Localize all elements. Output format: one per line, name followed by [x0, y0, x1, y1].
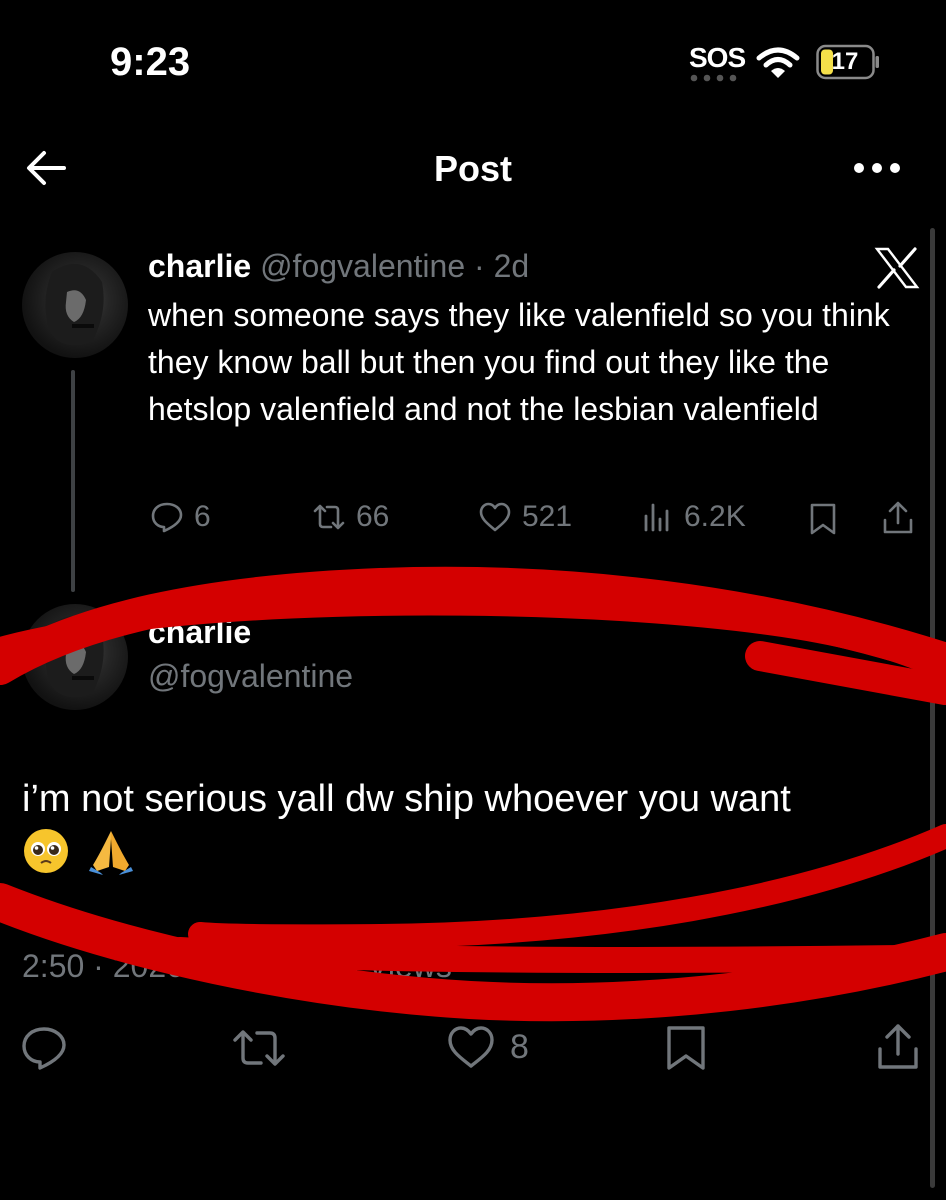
author-handle[interactable]: @fogvalentine: [148, 658, 353, 695]
post-header: charlie @fogvalentine · 2d: [148, 248, 529, 285]
like-icon: [479, 502, 511, 532]
folded-hands-emoji: [88, 831, 133, 875]
reply-count: 6: [194, 500, 211, 533]
repost-icon: [313, 504, 345, 530]
share-icon[interactable]: [874, 1022, 922, 1072]
like-count: 521: [522, 500, 573, 533]
repost-icon[interactable]: [232, 1024, 286, 1072]
view-count: 6.2K: [684, 500, 746, 533]
post-timestamp: 2:50 · 2026-06-12 · 645 Views: [22, 948, 452, 984]
views-button[interactable]: 6.2K: [640, 500, 746, 534]
author-handle[interactable]: @fogvalentine: [260, 248, 465, 284]
battery-icon: 17: [816, 44, 880, 80]
more-icon[interactable]: [852, 158, 902, 178]
like-icon: [448, 1026, 494, 1068]
avatar[interactable]: [22, 604, 128, 710]
battery-level: 17: [831, 48, 859, 75]
views-icon: [644, 503, 669, 532]
reply-icon[interactable]: [20, 1024, 68, 1072]
signal-dots-icon: [690, 74, 737, 82]
sos-indicator: SOS: [689, 42, 746, 73]
wifi-icon: [756, 47, 800, 78]
bookmark-icon[interactable]: [806, 502, 840, 536]
reply-icon: [151, 502, 183, 533]
repost-count: 66: [356, 500, 390, 533]
thread-connector: [71, 370, 75, 592]
scrollbar[interactable]: [930, 228, 935, 1188]
x-logo-icon: [874, 247, 920, 289]
reply-button[interactable]: 6: [150, 500, 211, 534]
status-time: 9:23: [110, 40, 191, 84]
post-text: i’m not serious yall dw ship whoever you…: [22, 778, 791, 820]
author-name[interactable]: charlie: [148, 248, 251, 284]
page-title: Post: [433, 148, 512, 189]
avatar[interactable]: [22, 252, 128, 358]
like-count: 8: [510, 1027, 529, 1066]
pleading-face-emoji: [24, 829, 68, 873]
bookmark-icon[interactable]: [664, 1024, 708, 1072]
post-age: · 2d: [474, 248, 530, 284]
author-name[interactable]: charlie: [148, 614, 251, 651]
share-icon[interactable]: [880, 500, 916, 536]
post-text-container: i’m not serious yall dw ship whoever you…: [22, 772, 922, 880]
like-button[interactable]: 8: [446, 1022, 529, 1072]
post-text: when someone says they like valenfield s…: [148, 297, 890, 427]
repost-button[interactable]: 66: [312, 500, 389, 534]
like-button[interactable]: 521: [478, 500, 572, 534]
